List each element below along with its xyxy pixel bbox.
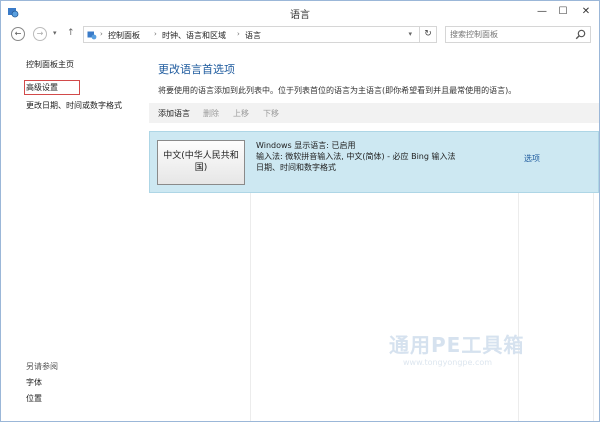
move-up-button[interactable]: 上移 bbox=[233, 108, 249, 119]
language-options-link[interactable]: 选项 bbox=[524, 153, 540, 164]
page-title: 更改语言首选项 bbox=[158, 63, 235, 76]
breadcrumb-language[interactable]: 语言 bbox=[245, 30, 261, 41]
page-description: 将要使用的语言添加到此列表中。位于列表首位的语言为主语言(即你希望看到并且最常使… bbox=[158, 86, 517, 95]
title-bar: 语言 — ☐ ✕ bbox=[1, 1, 599, 23]
change-date-time-format-link[interactable]: 更改日期、时间或数字格式 bbox=[26, 100, 122, 111]
breadcrumb[interactable]: › 控制面板 › 时钟、语言和区域 › 语言 ▾ bbox=[83, 26, 437, 43]
breadcrumb-clock-language-region[interactable]: 时钟、语言和区域 bbox=[162, 30, 226, 41]
breadcrumb-separator: › bbox=[237, 30, 240, 38]
language-window: 语言 — ☐ ✕ ← → ▾ ↑ › 控制面板 › 时钟、语言和区域 › 语言 … bbox=[0, 0, 600, 422]
language-row[interactable]: 中文(中华人民共和国) Windows 显示语言: 已启用 输入法: 微软拼音输… bbox=[149, 131, 599, 193]
remove-button[interactable]: 删除 bbox=[203, 108, 219, 119]
recent-locations-button[interactable]: ▾ bbox=[53, 29, 57, 37]
language-tile: 中文(中华人民共和国) bbox=[157, 140, 245, 185]
address-bar: ← → ▾ ↑ › 控制面板 › 时钟、语言和区域 › 语言 ▾ ↻ bbox=[1, 23, 599, 47]
control-panel-home-link[interactable]: 控制面板主页 bbox=[26, 59, 74, 70]
date-time-format-info: 日期、时间和数字格式 bbox=[256, 163, 336, 172]
address-dropdown-button[interactable]: ▾ bbox=[408, 30, 412, 38]
breadcrumb-separator: › bbox=[100, 30, 103, 38]
forward-button[interactable]: → bbox=[33, 27, 47, 41]
fonts-link[interactable]: 字体 bbox=[26, 377, 42, 388]
refresh-button[interactable]: ↻ bbox=[419, 26, 437, 43]
left-navigation-pane: 控制面板主页 高级设置 更改日期、时间或数字格式 另请参阅 字体 位置 bbox=[1, 47, 149, 421]
back-button[interactable]: ← bbox=[11, 27, 25, 41]
language-list: 中文(中华人民共和国) Windows 显示语言: 已启用 输入法: 微软拼音输… bbox=[149, 123, 599, 421]
input-method-info: 输入法: 微软拼音输入法, 中文(简体) - 必应 Bing 输入法 bbox=[256, 152, 456, 161]
breadcrumb-separator: › bbox=[154, 30, 157, 38]
window-title: 语言 bbox=[290, 10, 310, 21]
display-language-status: Windows 显示语言: 已启用 bbox=[256, 141, 356, 150]
location-link[interactable]: 位置 bbox=[26, 393, 42, 404]
close-button[interactable]: ✕ bbox=[577, 4, 595, 20]
maximize-button[interactable]: ☐ bbox=[554, 4, 572, 20]
control-panel-icon bbox=[87, 31, 97, 40]
watermark-url: www.tongyongpe.com bbox=[403, 358, 493, 367]
watermark: 通用PE工具箱 www.tongyongpe.com bbox=[389, 329, 569, 373]
minimize-button[interactable]: — bbox=[533, 4, 551, 20]
search-box bbox=[445, 26, 591, 43]
watermark-title: 通用PE工具箱 bbox=[389, 333, 525, 357]
search-input[interactable] bbox=[450, 28, 572, 41]
move-down-button[interactable]: 下移 bbox=[263, 108, 279, 119]
breadcrumb-control-panel[interactable]: 控制面板 bbox=[108, 30, 140, 41]
advanced-settings-link[interactable]: 高级设置 bbox=[24, 80, 80, 95]
up-button[interactable]: ↑ bbox=[67, 28, 75, 38]
add-language-button[interactable]: 添加语言 bbox=[158, 108, 190, 119]
language-toolbar: 添加语言 删除 上移 下移 bbox=[149, 103, 599, 123]
see-also-heading: 另请参阅 bbox=[26, 362, 58, 371]
search-icon[interactable] bbox=[575, 29, 586, 40]
